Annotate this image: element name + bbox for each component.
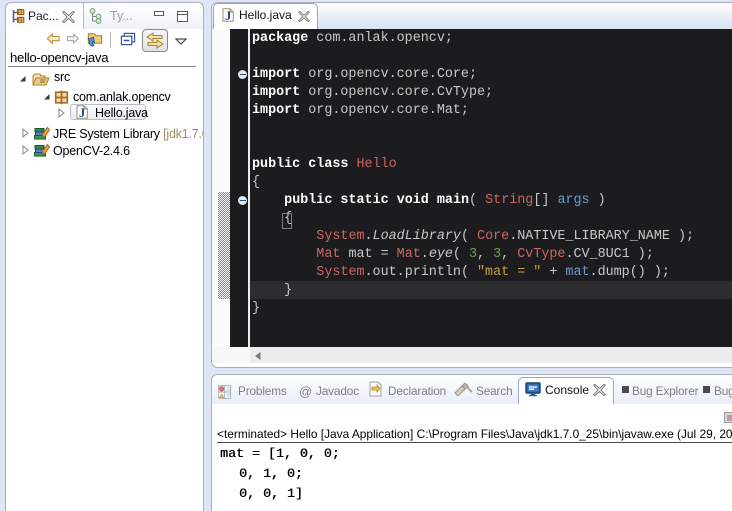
svg-text:J: J: [79, 106, 85, 119]
svg-text:J: J: [225, 9, 231, 22]
